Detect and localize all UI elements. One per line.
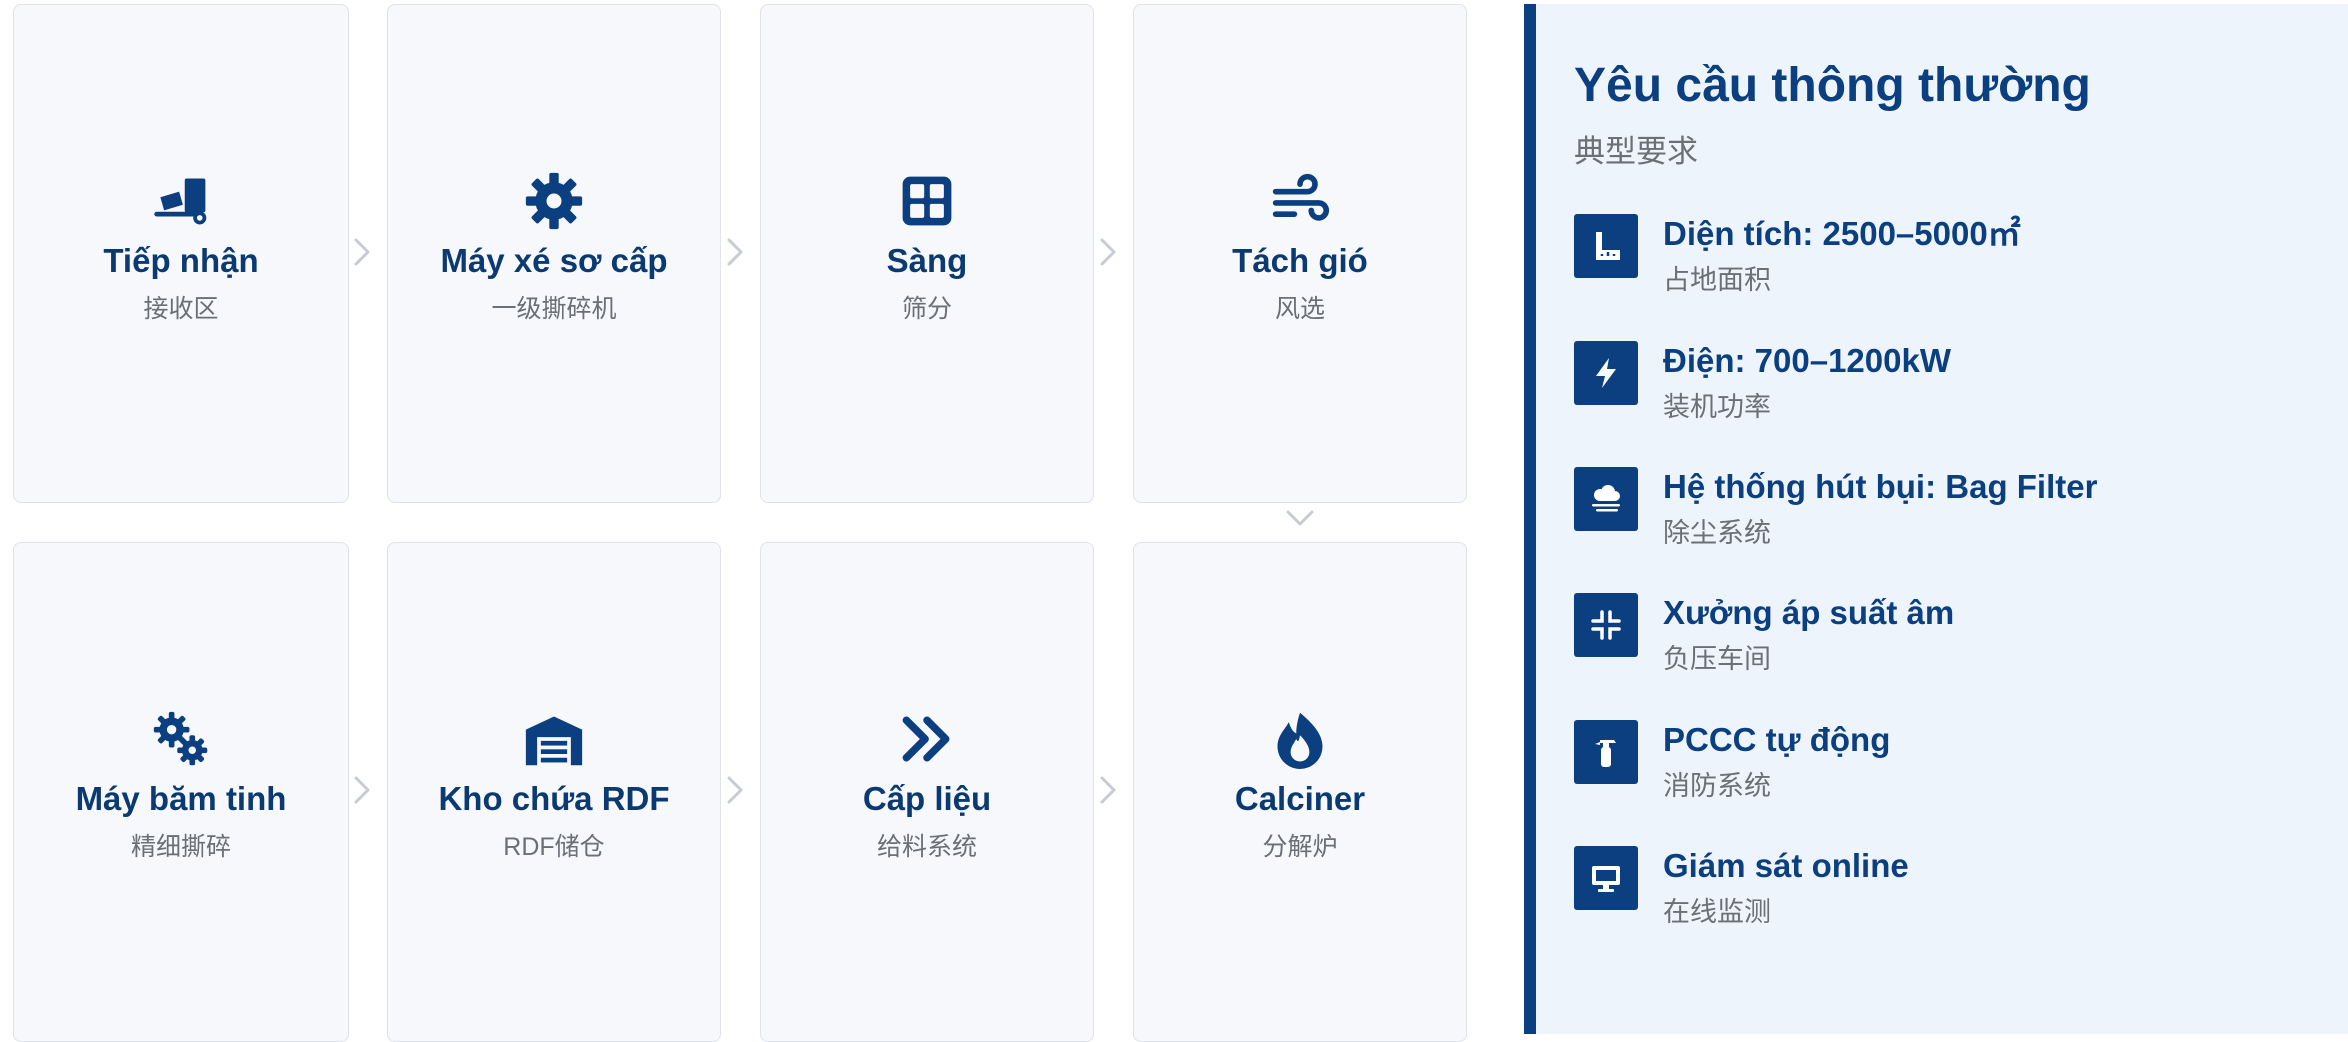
step-title: Tách gió xyxy=(1232,242,1368,279)
fire-icon xyxy=(1270,709,1330,769)
step-subtitle: 筛分 xyxy=(901,295,952,323)
process-step-card: Sàng 筛分 xyxy=(760,4,1094,503)
process-step-card: Máy băm tinh 精细撕碎 xyxy=(13,542,349,1042)
step-subtitle: 给料系统 xyxy=(876,833,977,861)
gears-icon xyxy=(151,709,211,769)
chevron-right-icon xyxy=(1096,234,1120,270)
step-title: Tiếp nhận xyxy=(103,242,259,279)
step-title: Kho chứa RDF xyxy=(438,780,670,817)
grid-icon xyxy=(897,171,957,231)
warehouse-icon xyxy=(524,709,584,769)
bolt-icon xyxy=(1574,341,1638,405)
requirement-item: Điện: 700–1200kW 装机功率 xyxy=(1574,341,2334,451)
requirement-item: PCCC tự động 消防系统 xyxy=(1574,720,2334,830)
process-step-card: Tiếp nhận 接收区 xyxy=(13,4,349,503)
step-subtitle: 接收区 xyxy=(143,295,219,323)
truck-ramp-icon xyxy=(151,171,211,231)
chevron-right-icon xyxy=(350,772,374,808)
requirement-subtitle: 占地面积 xyxy=(1663,265,1771,295)
panel-subtitle: 典型要求 xyxy=(1574,134,1698,169)
ruler-icon xyxy=(1574,214,1638,278)
process-step-card: Kho chứa RDF RDF储仓 xyxy=(387,542,721,1042)
step-subtitle: RDF储仓 xyxy=(503,833,605,861)
requirement-title: Diện tích: 2500–5000㎡ xyxy=(1663,215,2021,252)
gear-icon xyxy=(524,171,584,231)
process-step-card: Cấp liệu 给料系统 xyxy=(760,542,1094,1042)
compress-icon xyxy=(1574,593,1638,657)
smog-icon xyxy=(1574,467,1638,531)
requirements-panel: Yêu cầu thông thường 典型要求 Diện tích: 250… xyxy=(1524,4,2348,1034)
requirement-item: Hệ thống hút bụi: Bag Filter 除尘系统 xyxy=(1574,467,2334,577)
panel-title: Yêu cầu thông thường xyxy=(1574,59,2091,112)
requirement-subtitle: 装机功率 xyxy=(1663,392,1771,422)
requirement-title: Điện: 700–1200kW xyxy=(1663,342,1951,379)
step-title: Máy xé sơ cấp xyxy=(440,242,668,279)
requirement-subtitle: 负压车间 xyxy=(1663,644,1771,674)
step-title: Cấp liệu xyxy=(862,780,992,817)
requirement-subtitle: 消防系统 xyxy=(1663,771,1771,801)
step-title: Calciner xyxy=(1234,780,1366,817)
chevron-down-icon xyxy=(1282,506,1318,530)
requirement-title: Xưởng áp suất âm xyxy=(1663,594,1955,631)
step-title: Sàng xyxy=(886,242,968,279)
requirement-subtitle: 除尘系统 xyxy=(1663,518,1771,548)
step-title: Máy băm tinh xyxy=(75,780,287,817)
step-subtitle: 一级撕碎机 xyxy=(491,295,617,323)
requirement-subtitle: 在线监测 xyxy=(1663,897,1771,927)
chevron-right-icon xyxy=(723,772,747,808)
requirement-title: Hệ thống hút bụi: Bag Filter xyxy=(1663,468,2098,505)
step-subtitle: 精细撕碎 xyxy=(130,833,231,861)
requirement-item: Giám sát online 在线监测 xyxy=(1574,846,2334,956)
process-step-card: Máy xé sơ cấp 一级撕碎机 xyxy=(387,4,721,503)
chevron-right-icon xyxy=(723,234,747,270)
step-subtitle: 分解炉 xyxy=(1262,833,1338,861)
requirement-title: PCCC tự động xyxy=(1663,721,1891,758)
wind-icon xyxy=(1270,171,1330,231)
requirement-item: Xưởng áp suất âm 负压车间 xyxy=(1574,593,2334,703)
requirement-item: Diện tích: 2500–5000㎡ 占地面积 xyxy=(1574,214,2334,324)
desktop-icon xyxy=(1574,846,1638,910)
chevron-right-icon xyxy=(1096,772,1120,808)
process-step-card: Tách gió 风选 xyxy=(1133,4,1467,503)
double-chevron-right-icon xyxy=(897,709,957,769)
process-step-card: Calciner 分解炉 xyxy=(1133,542,1467,1042)
requirement-title: Giám sát online xyxy=(1663,847,1909,884)
step-subtitle: 风选 xyxy=(1274,295,1325,323)
fire-extinguisher-icon xyxy=(1574,720,1638,784)
chevron-right-icon xyxy=(350,234,374,270)
